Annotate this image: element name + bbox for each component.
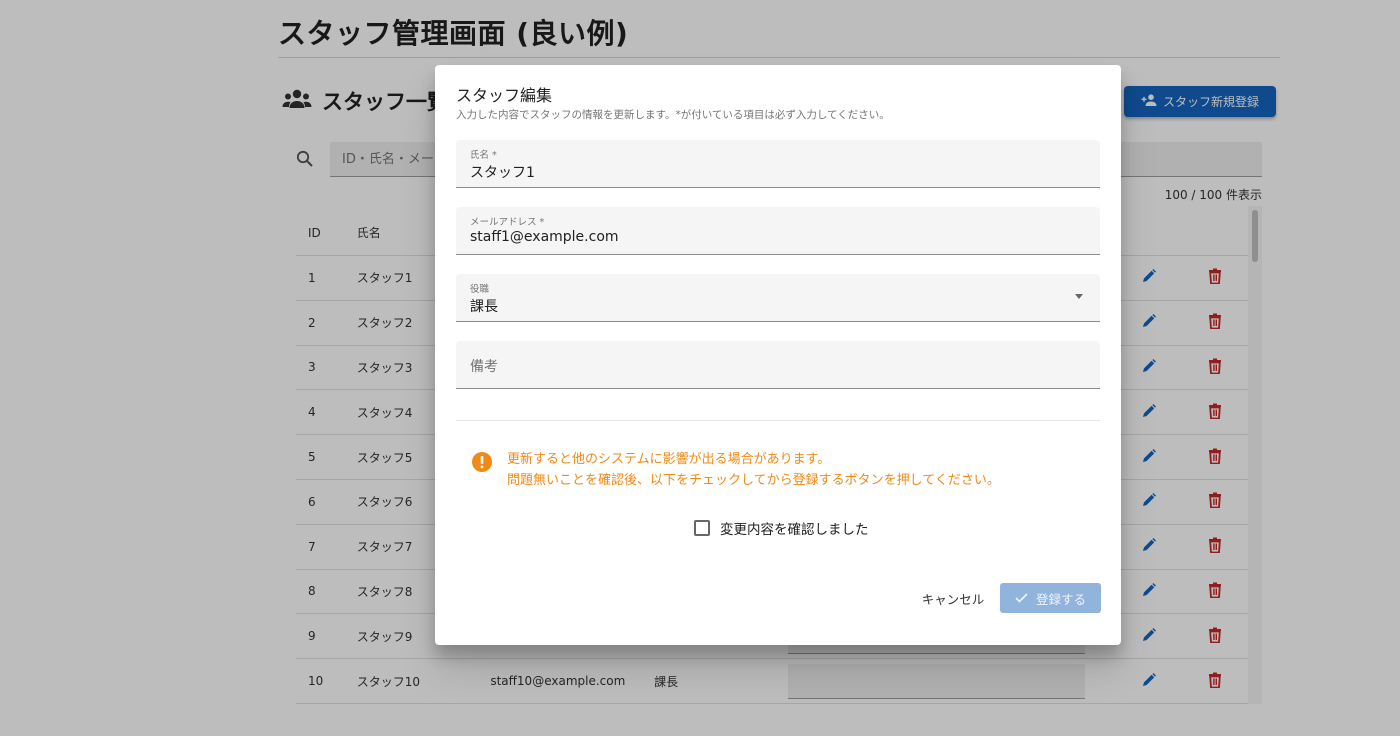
dialog-subtitle: 入力した内容でスタッフの情報を更新します。*が付いている項目は必ず入力してくださ… (456, 109, 890, 121)
cancel-button[interactable]: キャンセル (917, 583, 989, 613)
checkbox-square[interactable] (694, 520, 710, 536)
note-field-placeholder: 備考 (470, 359, 498, 375)
note-field[interactable]: 備考 (456, 341, 1100, 389)
confirm-checkbox[interactable]: 変更内容を確認しました (694, 518, 869, 538)
confirm-checkbox-label[interactable]: 変更内容を確認しました (720, 518, 869, 538)
submit-button[interactable]: 登録する (1000, 583, 1101, 613)
email-field-label: メールアドレス * (470, 217, 545, 228)
email-field-value[interactable]: staff1@example.com (470, 229, 619, 245)
name-field-value[interactable]: スタッフ1 (470, 162, 535, 182)
edit-staff-dialog: スタッフ編集 入力した内容でスタッフの情報を更新します。*が付いている項目は必ず… (435, 65, 1121, 645)
dropdown-arrow-icon[interactable] (1075, 294, 1083, 299)
name-field-label: 氏名 * (470, 150, 497, 161)
warning-line-1: 更新すると他のシステムに影響が出る場合があります。 (507, 452, 831, 467)
dialog-title: スタッフ編集 (456, 86, 553, 105)
role-select[interactable]: 役職 課長 (456, 274, 1100, 322)
dialog-divider (456, 420, 1100, 421)
exclamation-circle-icon (471, 449, 493, 491)
role-select-value[interactable]: 課長 (470, 296, 498, 316)
email-field[interactable]: メールアドレス * staff1@example.com (456, 207, 1100, 255)
role-select-label: 役職 (470, 284, 490, 295)
warning-line-2: 問題無いことを確認後、以下をチェックしてから登録するボタンを押してください。 (507, 473, 1000, 488)
submit-button-label: 登録する (1035, 591, 1086, 607)
check-icon (1015, 591, 1028, 606)
warning-message: 更新すると他のシステムに影響が出る場合があります。 問題無いことを確認後、以下を… (471, 449, 1000, 491)
name-field[interactable]: 氏名 * スタッフ1 (456, 140, 1100, 188)
